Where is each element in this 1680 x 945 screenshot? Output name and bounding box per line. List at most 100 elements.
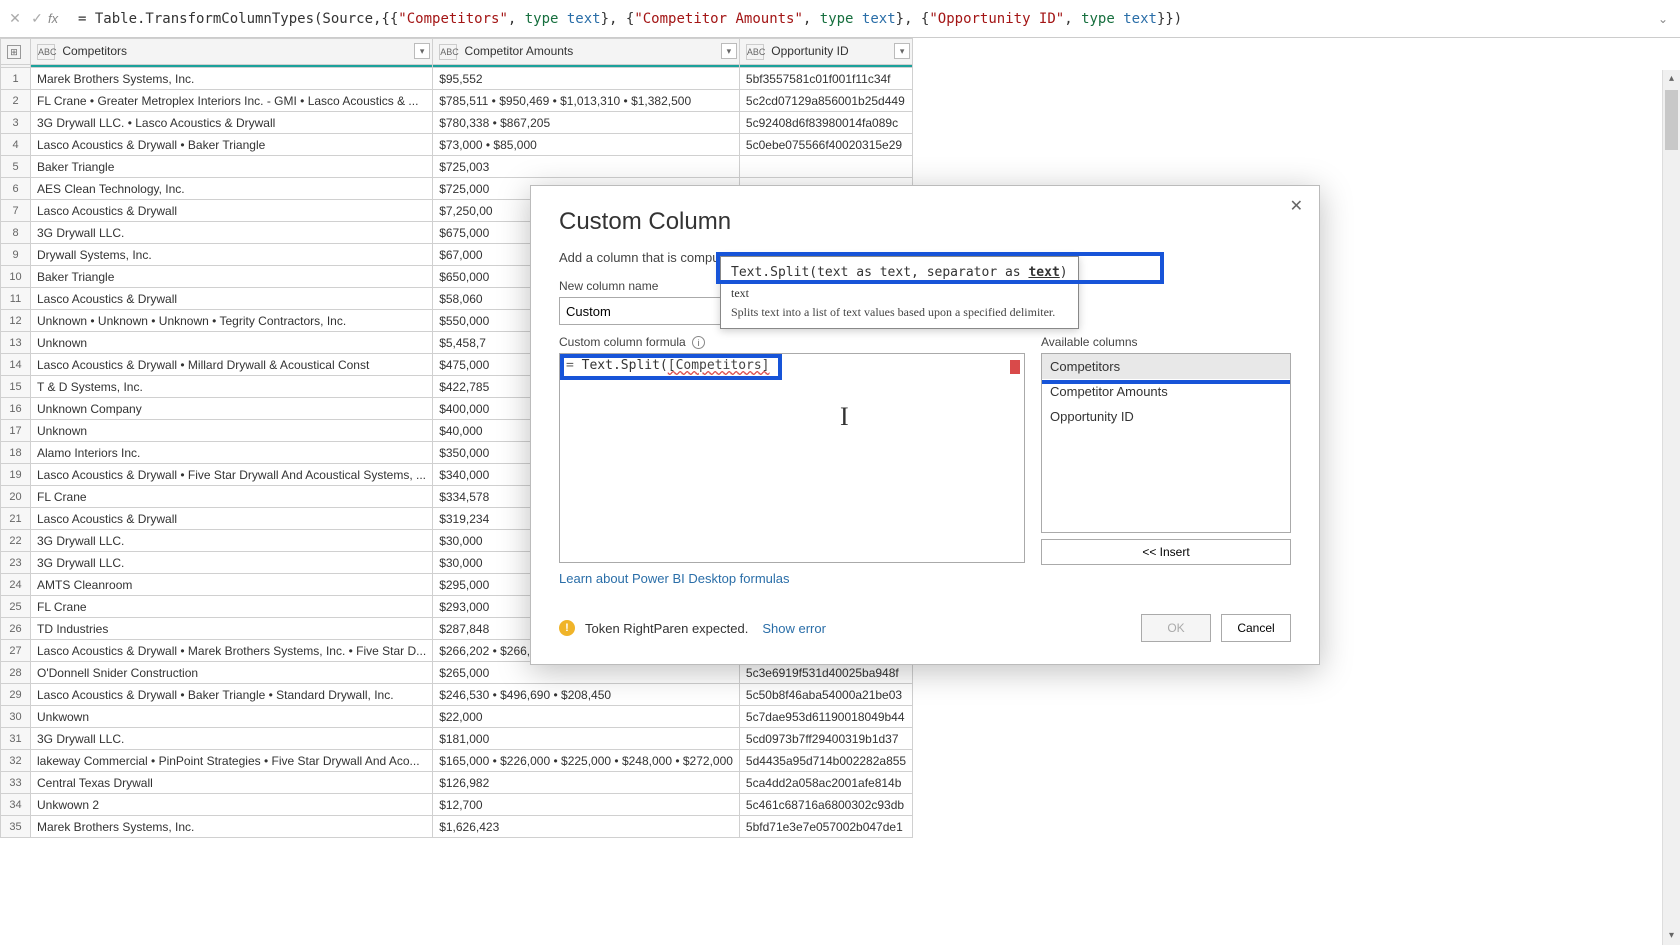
column-header-oppid[interactable]: ABC Opportunity ID ▾: [739, 39, 912, 65]
cell-amounts[interactable]: $246,530 • $496,690 • $208,450: [433, 684, 740, 706]
cell-competitors[interactable]: FL Crane • Greater Metroplex Interiors I…: [31, 90, 433, 112]
insert-button[interactable]: << Insert: [1041, 539, 1291, 565]
cell-competitors[interactable]: 3G Drywall LLC.: [31, 728, 433, 750]
cell-competitors[interactable]: lakeway Commercial • PinPoint Strategies…: [31, 750, 433, 772]
cell-amounts[interactable]: $165,000 • $226,000 • $225,000 • $248,00…: [433, 750, 740, 772]
cell-competitors[interactable]: Lasco Acoustics & Drywall • Five Star Dr…: [31, 464, 433, 486]
cell-oppid[interactable]: 5c461c68716a6800302c93db: [739, 794, 912, 816]
cell-amounts[interactable]: $126,982: [433, 772, 740, 794]
cell-amounts[interactable]: $725,003: [433, 156, 740, 178]
row-number: 15: [1, 376, 31, 398]
column-dropdown-icon[interactable]: ▾: [414, 43, 430, 59]
cell-competitors[interactable]: Lasco Acoustics & Drywall • Millard Dryw…: [31, 354, 433, 376]
cell-oppid[interactable]: [739, 156, 912, 178]
scroll-down-icon[interactable]: ▾: [1663, 927, 1680, 945]
scroll-up-icon[interactable]: ▴: [1663, 70, 1680, 88]
column-header-amounts[interactable]: ABC Competitor Amounts ▾: [433, 39, 740, 65]
cell-competitors[interactable]: Central Texas Drywall: [31, 772, 433, 794]
cell-amounts[interactable]: $785,511 • $950,469 • $1,013,310 • $1,38…: [433, 90, 740, 112]
available-column-item[interactable]: Opportunity ID: [1042, 404, 1290, 429]
cell-amounts[interactable]: $1,626,423: [433, 816, 740, 838]
cell-competitors[interactable]: 3G Drywall LLC.: [31, 552, 433, 574]
cell-competitors[interactable]: FL Crane: [31, 596, 433, 618]
cell-competitors[interactable]: Unknown Company: [31, 398, 433, 420]
cell-oppid[interactable]: 5cd0973b7ff29400319b1d37: [739, 728, 912, 750]
row-number: 21: [1, 508, 31, 530]
cell-competitors[interactable]: Unkwown: [31, 706, 433, 728]
cell-amounts[interactable]: $181,000: [433, 728, 740, 750]
scroll-thumb[interactable]: [1665, 90, 1678, 150]
cell-oppid[interactable]: 5d4435a95d714b002282a855: [739, 750, 912, 772]
cell-competitors[interactable]: AES Clean Technology, Inc.: [31, 178, 433, 200]
cell-competitors[interactable]: O'Donnell Snider Construction: [31, 662, 433, 684]
formula-expand-icon[interactable]: ⌄: [1658, 12, 1676, 26]
cell-competitors[interactable]: FL Crane: [31, 486, 433, 508]
cancel-button[interactable]: Cancel: [1221, 614, 1291, 642]
column-dropdown-icon[interactable]: ▾: [894, 43, 910, 59]
cell-competitors[interactable]: Drywall Systems, Inc.: [31, 244, 433, 266]
table-row[interactable]: 5Baker Triangle$725,003: [1, 156, 913, 178]
cell-competitors[interactable]: Lasco Acoustics & Drywall: [31, 200, 433, 222]
table-row[interactable]: 35Marek Brothers Systems, Inc.$1,626,423…: [1, 816, 913, 838]
cell-competitors[interactable]: Lasco Acoustics & Drywall: [31, 288, 433, 310]
cell-amounts[interactable]: $22,000: [433, 706, 740, 728]
cell-competitors[interactable]: Unkwown 2: [31, 794, 433, 816]
table-row[interactable]: 313G Drywall LLC.$181,0005cd0973b7ff2940…: [1, 728, 913, 750]
cell-oppid[interactable]: 5c7dae953d61190018049b44: [739, 706, 912, 728]
available-column-item[interactable]: Competitors: [1042, 354, 1290, 379]
dialog-close-icon[interactable]: ✕: [1282, 192, 1311, 220]
column-header-competitors[interactable]: ABC Competitors ▾: [31, 39, 433, 65]
table-row[interactable]: 4Lasco Acoustics & Drywall • Baker Trian…: [1, 134, 913, 156]
cell-competitors[interactable]: Marek Brothers Systems, Inc.: [31, 68, 433, 90]
formula-editor[interactable]: = Text.Split([Competitors]: [559, 353, 1025, 563]
cell-competitors[interactable]: Lasco Acoustics & Drywall • Marek Brothe…: [31, 640, 433, 662]
column-dropdown-icon[interactable]: ▾: [721, 43, 737, 59]
cell-oppid[interactable]: 5c2cd07129a856001b25d449: [739, 90, 912, 112]
table-row[interactable]: 1Marek Brothers Systems, Inc.$95,5525bf3…: [1, 68, 913, 90]
cell-competitors[interactable]: Lasco Acoustics & Drywall • Baker Triang…: [31, 134, 433, 156]
table-row[interactable]: 30Unkwown$22,0005c7dae953d61190018049b44: [1, 706, 913, 728]
cell-amounts[interactable]: $95,552: [433, 68, 740, 90]
table-row[interactable]: 2FL Crane • Greater Metroplex Interiors …: [1, 90, 913, 112]
cell-oppid[interactable]: 5c0ebe075566f40020315e29: [739, 134, 912, 156]
cell-amounts[interactable]: $12,700: [433, 794, 740, 816]
cell-competitors[interactable]: 3G Drywall LLC.: [31, 222, 433, 244]
cell-oppid[interactable]: 5bfd71e3e7e057002b047de1: [739, 816, 912, 838]
cell-competitors[interactable]: Baker Triangle: [31, 156, 433, 178]
formula-cancel-icon[interactable]: ✕: [4, 10, 26, 27]
cell-oppid[interactable]: 5ca4dd2a058ac2001afe814b: [739, 772, 912, 794]
cell-oppid[interactable]: 5c50b8f46aba54000a21be03: [739, 684, 912, 706]
cell-competitors[interactable]: 3G Drywall LLC.: [31, 530, 433, 552]
cell-competitors[interactable]: Marek Brothers Systems, Inc.: [31, 816, 433, 838]
cell-oppid[interactable]: 5bf3557581c01f001f11c34f: [739, 68, 912, 90]
info-icon[interactable]: i: [692, 336, 705, 349]
learn-formulas-link[interactable]: Learn about Power BI Desktop formulas: [559, 571, 790, 586]
available-column-item[interactable]: Competitor Amounts: [1042, 379, 1290, 404]
cell-amounts[interactable]: $73,000 • $85,000: [433, 134, 740, 156]
cell-oppid[interactable]: 5c92408d6f83980014fa089c: [739, 112, 912, 134]
cell-competitors[interactable]: AMTS Cleanroom: [31, 574, 433, 596]
cell-competitors[interactable]: Alamo Interiors Inc.: [31, 442, 433, 464]
table-row[interactable]: 33Central Texas Drywall$126,9825ca4dd2a0…: [1, 772, 913, 794]
cell-competitors[interactable]: Baker Triangle: [31, 266, 433, 288]
cell-competitors[interactable]: TD Industries: [31, 618, 433, 640]
table-corner-icon[interactable]: ⊞: [1, 39, 31, 65]
available-columns-list[interactable]: Competitors Competitor Amounts Opportuni…: [1041, 353, 1291, 533]
formula-text[interactable]: = Table.TransformColumnTypes(Source,{{"C…: [78, 11, 1658, 27]
cell-competitors[interactable]: 3G Drywall LLC. • Lasco Acoustics & Dryw…: [31, 112, 433, 134]
table-row[interactable]: 29Lasco Acoustics & Drywall • Baker Tria…: [1, 684, 913, 706]
table-row[interactable]: 33G Drywall LLC. • Lasco Acoustics & Dry…: [1, 112, 913, 134]
table-row[interactable]: 34Unkwown 2$12,7005c461c68716a6800302c93…: [1, 794, 913, 816]
cell-competitors[interactable]: Lasco Acoustics & Drywall: [31, 508, 433, 530]
cell-competitors[interactable]: Lasco Acoustics & Drywall • Baker Triang…: [31, 684, 433, 706]
cell-competitors[interactable]: Unknown • Unknown • Unknown • Tegrity Co…: [31, 310, 433, 332]
cell-competitors[interactable]: Unknown: [31, 332, 433, 354]
cell-amounts[interactable]: $780,338 • $867,205: [433, 112, 740, 134]
cell-competitors[interactable]: T & D Systems, Inc.: [31, 376, 433, 398]
formula-accept-icon[interactable]: ✓: [26, 10, 48, 27]
cell-competitors[interactable]: Unknown: [31, 420, 433, 442]
show-error-link[interactable]: Show error: [762, 621, 826, 636]
vertical-scrollbar[interactable]: ▴ ▾: [1662, 70, 1680, 945]
intellisense-tooltip: Text.Split(text as text, separator as te…: [720, 256, 1079, 329]
table-row[interactable]: 32lakeway Commercial • PinPoint Strategi…: [1, 750, 913, 772]
